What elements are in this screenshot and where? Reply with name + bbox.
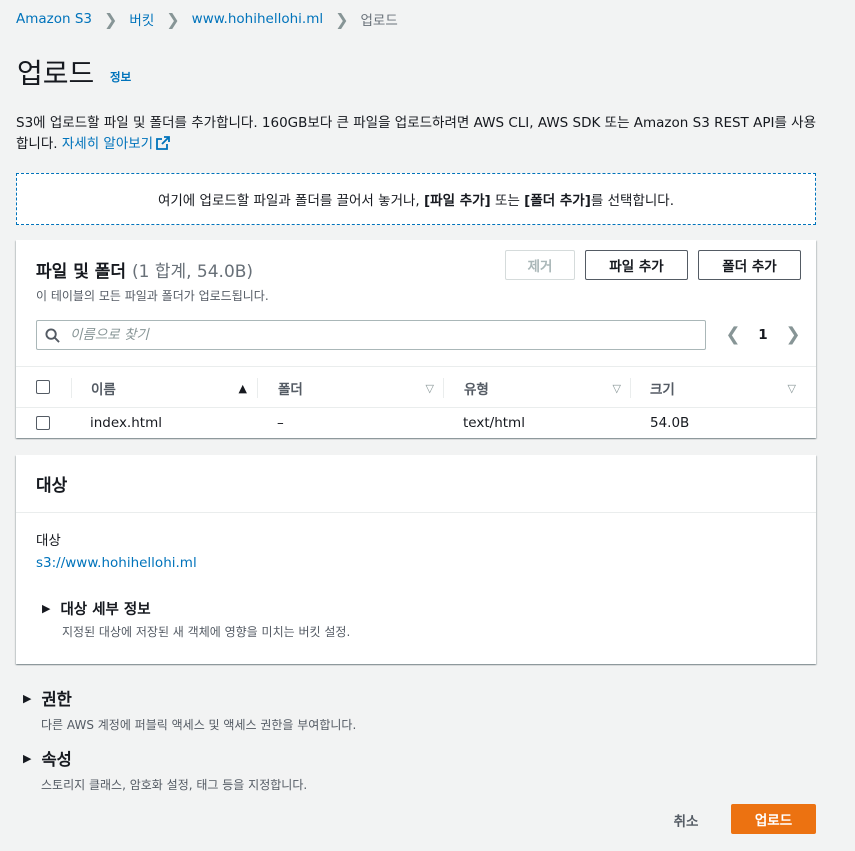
cell-type: text/html <box>463 415 525 431</box>
select-all-checkbox[interactable] <box>36 380 50 394</box>
cancel-button[interactable]: 취소 <box>664 806 708 834</box>
breadcrumb: Amazon S3 ❯ 버킷 ❯ www.hohihellohi.ml ❯ 업로… <box>16 9 398 30</box>
sort-ascending-icon: ▲ <box>238 381 247 395</box>
info-link[interactable]: 정보 <box>110 69 131 85</box>
search-icon <box>45 327 60 343</box>
caret-right-icon: ▶ <box>42 602 51 615</box>
files-count: (1 합계, 54.0B) <box>131 262 254 282</box>
row-checkbox[interactable] <box>36 416 50 430</box>
add-folder-button[interactable]: 폴더 추가 <box>698 250 801 280</box>
chevron-right-icon: ❯ <box>104 9 118 29</box>
pagination: ❮ 1 ❯ <box>722 324 804 345</box>
destination-title: 대상 <box>36 476 68 496</box>
sort-icon: ▽ <box>787 381 796 395</box>
upload-button[interactable]: 업로드 <box>731 804 816 834</box>
breadcrumb-bucket-name[interactable]: www.hohihellohi.ml <box>192 11 323 27</box>
chevron-right-icon: ❯ <box>166 9 180 29</box>
search-field[interactable] <box>36 320 706 350</box>
breadcrumb-current: 업로드 <box>360 13 398 29</box>
permissions-toggle[interactable]: ▶ 권한 <box>23 686 356 710</box>
page-title: 업로드 <box>17 57 95 90</box>
column-folder[interactable]: 폴더 ▽ <box>278 367 444 409</box>
column-size[interactable]: 크기 ▽ <box>650 367 802 409</box>
destination-link[interactable]: s3://www.hohihellohi.ml <box>36 555 197 571</box>
chevron-left-icon[interactable]: ❮ <box>722 324 744 345</box>
files-and-folders-panel: 파일 및 폴더 (1 합계, 54.0B) 이 테이블의 모든 파일과 폴더가 … <box>16 240 816 438</box>
properties-section: ▶ 속성 스토리지 클래스, 암호화 설정, 태그 등을 지정합니다. <box>23 746 307 793</box>
sort-icon: ▽ <box>612 381 621 395</box>
column-type[interactable]: 유형 ▽ <box>464 367 631 409</box>
properties-description: 스토리지 클래스, 암호화 설정, 태그 등을 지정합니다. <box>41 778 308 792</box>
external-link-icon <box>156 136 170 150</box>
properties-toggle[interactable]: ▶ 속성 <box>23 746 307 770</box>
column-name[interactable]: 이름 ▲ <box>91 367 257 409</box>
table-row[interactable]: index.html – text/html 54.0B <box>16 408 816 438</box>
upload-dropzone[interactable]: 여기에 업로드할 파일과 폴더를 끌어서 놓거나, [파일 추가] 또는 [폴더… <box>16 173 816 225</box>
add-files-button[interactable]: 파일 추가 <box>585 250 688 280</box>
cell-name: index.html <box>90 415 162 431</box>
page-number[interactable]: 1 <box>744 327 782 343</box>
destination-details-description: 지정된 대상에 저장된 새 객체에 영향을 미치는 버킷 설정. <box>62 625 351 639</box>
chevron-right-icon[interactable]: ❯ <box>782 324 804 345</box>
search-input[interactable] <box>70 327 670 343</box>
destination-header: 대상 <box>16 455 816 513</box>
sort-icon: ▽ <box>425 381 434 395</box>
destination-label: 대상 <box>36 533 61 549</box>
remove-button[interactable]: 제거 <box>505 250 575 280</box>
breadcrumb-buckets[interactable]: 버킷 <box>129 9 154 29</box>
dropzone-text: 여기에 업로드할 파일과 폴더를 끌어서 놓거나, [파일 추가] 또는 [폴더… <box>157 193 675 209</box>
table-header: 이름 ▲ 폴더 ▽ 유형 ▽ 크기 ▽ <box>16 366 816 408</box>
permissions-section: ▶ 권한 다른 AWS 계정에 퍼블릭 액세스 및 액세스 권한을 부여합니다. <box>23 686 356 733</box>
permissions-description: 다른 AWS 계정에 퍼블릭 액세스 및 액세스 권한을 부여합니다. <box>41 718 357 732</box>
files-panel-subtitle: 이 테이블의 모든 파일과 폴더가 업로드됩니다. <box>36 289 269 303</box>
caret-right-icon: ▶ <box>23 691 32 705</box>
chevron-right-icon: ❯ <box>335 9 349 29</box>
cell-size: 54.0B <box>650 415 690 431</box>
files-panel-title: 파일 및 폴더 (1 합계, 54.0B) <box>36 262 254 282</box>
cell-folder: – <box>277 415 284 431</box>
learn-more-link[interactable]: 자세히 알아보기 <box>62 136 170 152</box>
breadcrumb-amazon-s3[interactable]: Amazon S3 <box>16 11 92 27</box>
destination-panel: 대상 대상 s3://www.hohihellohi.ml ▶ 대상 세부 정보… <box>16 455 816 664</box>
page-description: S3에 업로드할 파일 및 폴더를 추가합니다. 160GB보다 큰 파일을 업… <box>16 113 826 155</box>
caret-right-icon: ▶ <box>23 751 32 765</box>
destination-details-toggle[interactable]: ▶ 대상 세부 정보 <box>42 598 151 619</box>
